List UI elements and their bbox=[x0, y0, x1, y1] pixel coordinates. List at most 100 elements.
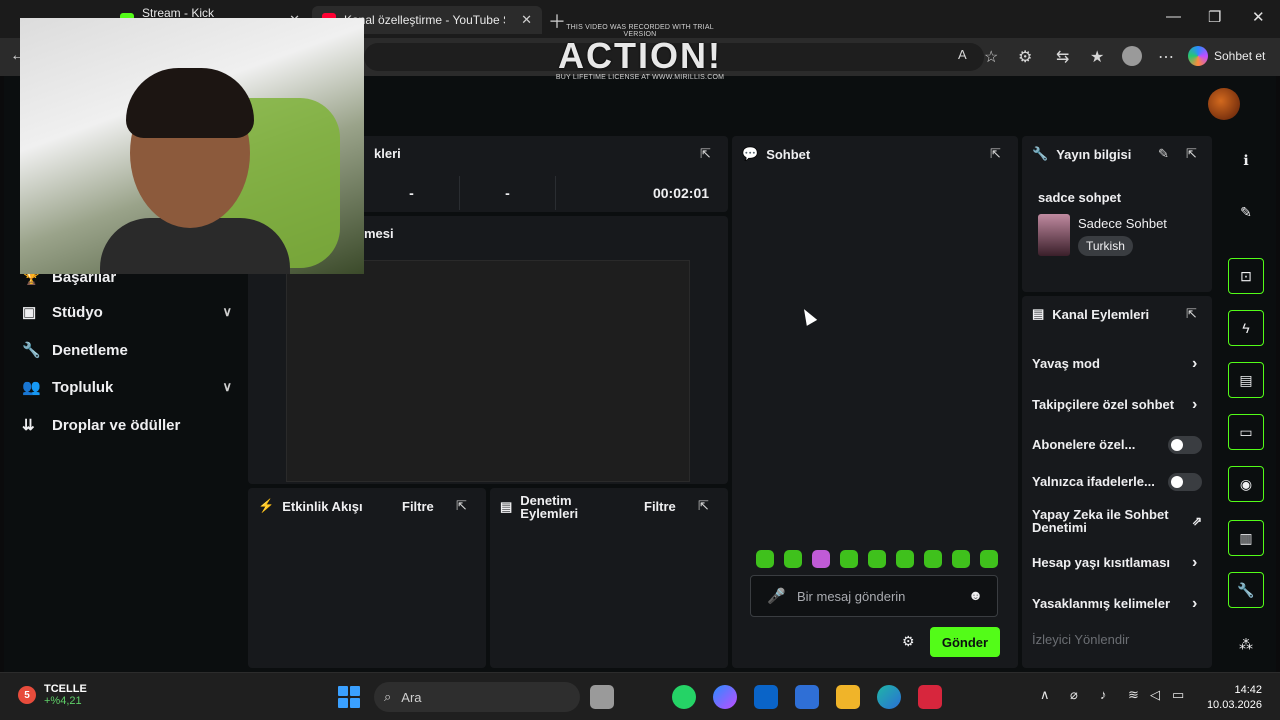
wrench-icon[interactable]: 🔧 bbox=[1228, 572, 1264, 608]
watermark-brand: ACTION! bbox=[558, 35, 722, 76]
capture-icon[interactable]: ⊡ bbox=[1228, 258, 1264, 294]
chat-icon[interactable]: ▭ bbox=[1228, 414, 1264, 450]
system-clock[interactable]: 14:42 10.03.2026 bbox=[1206, 683, 1262, 713]
row-label: Takipçilere özel sohbet bbox=[1032, 397, 1175, 412]
slow-mode-row[interactable]: Yavaş mod › bbox=[1032, 354, 1202, 372]
row-label: Abonelere özel... bbox=[1032, 437, 1136, 452]
emotes-only-toggle[interactable] bbox=[1168, 473, 1202, 491]
notification-badge: 5 bbox=[18, 686, 36, 704]
pencil-icon[interactable]: ✎ bbox=[1228, 194, 1264, 230]
subscribers-only-toggle[interactable] bbox=[1168, 436, 1202, 454]
emote-icon[interactable] bbox=[924, 550, 942, 568]
notes-icon[interactable]: ▤ bbox=[1228, 362, 1264, 398]
sidebar-item-drops[interactable]: ⇊ Droplar ve ödüller bbox=[22, 416, 232, 435]
filter-button[interactable]: Filtre bbox=[402, 499, 434, 514]
windows-taskbar: 5 TCELLE +%4,21 ⌕ Ara ∧ ⌀ ♪ ≋ ◁ ▭ 14:42 … bbox=[0, 672, 1280, 720]
minimize-icon[interactable]: — bbox=[1166, 8, 1181, 25]
banned-words-row[interactable]: Yasaklanmış kelimeler › bbox=[1032, 595, 1202, 612]
followers-only-row[interactable]: Takipçilere özel sohbet › bbox=[1032, 396, 1202, 413]
send-button[interactable]: Gönder bbox=[930, 627, 1000, 657]
microsoft-store-icon[interactable] bbox=[795, 685, 819, 709]
bolt-icon: ⚡ bbox=[258, 498, 275, 513]
share-icon[interactable]: ⁂ bbox=[1228, 626, 1264, 662]
info-icon[interactable]: ℹ bbox=[1228, 142, 1264, 178]
emote-icon[interactable] bbox=[868, 550, 886, 568]
viewer-redirect-row[interactable]: İzleyici Yönlendir bbox=[1032, 632, 1202, 647]
account-age-row[interactable]: Hesap yaşı kısıtlaması › bbox=[1032, 553, 1202, 571]
stock-widget[interactable]: 5 TCELLE +%4,21 bbox=[18, 683, 87, 707]
moderation-actions-header: ▤ Denetim Eylemleri bbox=[500, 494, 590, 520]
community-icon: 👥 bbox=[22, 379, 41, 396]
emote-icon[interactable] bbox=[756, 550, 774, 568]
row-label: Hesap yaşı kısıtlaması bbox=[1032, 555, 1171, 570]
chat-message-input[interactable]: 🎤 Bir mesaj gönderin ☻ bbox=[750, 575, 998, 617]
taskbar-search[interactable]: ⌕ Ara bbox=[374, 682, 580, 712]
close-icon[interactable]: ✕ bbox=[1252, 8, 1265, 26]
popout-icon[interactable]: ⇱ bbox=[456, 498, 467, 514]
channel-actions-panel: ▤ Kanal Eylemleri ⇱ Yavaş mod › Takipçil… bbox=[1022, 296, 1212, 668]
edit-pencil-icon[interactable]: ✎ bbox=[1158, 146, 1169, 162]
profile-avatar[interactable] bbox=[1122, 46, 1142, 66]
search-icon: ⌕ bbox=[384, 689, 392, 704]
action-recorder-icon[interactable] bbox=[918, 685, 942, 709]
chevron-down-icon[interactable]: ∨ bbox=[222, 379, 232, 395]
edge-icon[interactable] bbox=[877, 685, 901, 709]
moderation-actions-title: Denetim Eylemleri bbox=[520, 493, 579, 521]
maximize-icon[interactable]: ❐ bbox=[1208, 8, 1221, 26]
emote-icon[interactable] bbox=[952, 550, 970, 568]
outlook-icon[interactable] bbox=[754, 685, 778, 709]
copilot-app-icon[interactable] bbox=[713, 685, 737, 709]
windows-start-icon[interactable] bbox=[338, 686, 360, 708]
extensions-icon[interactable]: ⚙ bbox=[1018, 47, 1032, 67]
popout-icon[interactable]: ⇱ bbox=[1186, 306, 1197, 322]
chevron-right-icon: › bbox=[1192, 553, 1198, 571]
emote-icon[interactable] bbox=[896, 550, 914, 568]
sidebar-item-studio[interactable]: ▣ Stüdyo ∨ bbox=[22, 303, 232, 322]
favorite-star-icon[interactable]: ☆ bbox=[984, 47, 998, 67]
microphone-icon[interactable]: 🎤 bbox=[767, 587, 786, 605]
emoji-icon[interactable]: ☻ bbox=[968, 587, 983, 603]
emote-icon[interactable] bbox=[840, 550, 858, 568]
chevron-right-icon: › bbox=[1192, 354, 1198, 372]
sidebar-item-community[interactable]: 👥 Topluluk ∨ bbox=[22, 378, 232, 397]
split-screen-icon[interactable]: ⇆ bbox=[1056, 47, 1069, 67]
close-tab-icon[interactable]: ✕ bbox=[521, 12, 532, 28]
layout-icon[interactable]: ▥ bbox=[1228, 520, 1264, 556]
external-link-icon: ⇗ bbox=[1192, 513, 1203, 528]
stream-category[interactable]: Sadece Sohbet bbox=[1078, 216, 1167, 231]
volume-icon[interactable]: ◁ bbox=[1150, 687, 1160, 703]
filter-button[interactable]: Filtre bbox=[644, 499, 676, 514]
copilot-button[interactable]: Sohbet et bbox=[1188, 46, 1265, 66]
chat-settings-gear-icon[interactable]: ⚙ bbox=[902, 633, 915, 650]
microphone-icon[interactable]: ♪ bbox=[1100, 687, 1107, 702]
stream-info-title: Yayın bilgisi bbox=[1056, 146, 1132, 162]
camera-off-icon[interactable]: ⌀ bbox=[1070, 687, 1078, 703]
category-thumbnail[interactable] bbox=[1038, 214, 1070, 256]
battery-icon[interactable]: ▭ bbox=[1172, 687, 1184, 703]
wifi-icon[interactable]: ≋ bbox=[1128, 687, 1139, 703]
popout-icon[interactable]: ⇱ bbox=[1186, 146, 1197, 162]
sidebar-item-label: Stüdyo bbox=[52, 303, 103, 321]
read-aloud-icon[interactable]: A bbox=[958, 47, 967, 62]
emote-icon[interactable] bbox=[784, 550, 802, 568]
chevron-down-icon[interactable]: ∨ bbox=[222, 304, 232, 320]
popout-icon[interactable]: ⇱ bbox=[698, 498, 709, 514]
ai-moderation-row[interactable]: Yapay Zeka ile Sohbet Denetimi ⇗ bbox=[1032, 508, 1202, 534]
layout-icon: ▤ bbox=[1032, 306, 1045, 321]
popout-icon[interactable]: ⇱ bbox=[990, 146, 1001, 162]
sidebar-item-moderation[interactable]: 🔧 Denetleme bbox=[22, 341, 232, 360]
emote-icon[interactable] bbox=[812, 550, 830, 568]
wrench-icon: 🔧 bbox=[22, 342, 41, 359]
popout-icon[interactable]: ⇱ bbox=[700, 146, 711, 162]
bolt-icon[interactable]: ϟ bbox=[1228, 310, 1264, 346]
whatsapp-icon[interactable] bbox=[672, 685, 696, 709]
emote-icon[interactable] bbox=[980, 550, 998, 568]
tray-expand-icon[interactable]: ∧ bbox=[1040, 687, 1050, 703]
chat-title: Sohbet bbox=[766, 146, 811, 162]
favorites-icon[interactable]: ★ bbox=[1090, 47, 1104, 67]
more-menu-icon[interactable]: ⋯ bbox=[1158, 47, 1174, 67]
user-avatar[interactable] bbox=[1208, 88, 1240, 120]
file-explorer-icon[interactable] bbox=[836, 685, 860, 709]
broadcast-icon[interactable]: ◉ bbox=[1228, 466, 1264, 502]
task-view-icon[interactable] bbox=[590, 685, 614, 709]
